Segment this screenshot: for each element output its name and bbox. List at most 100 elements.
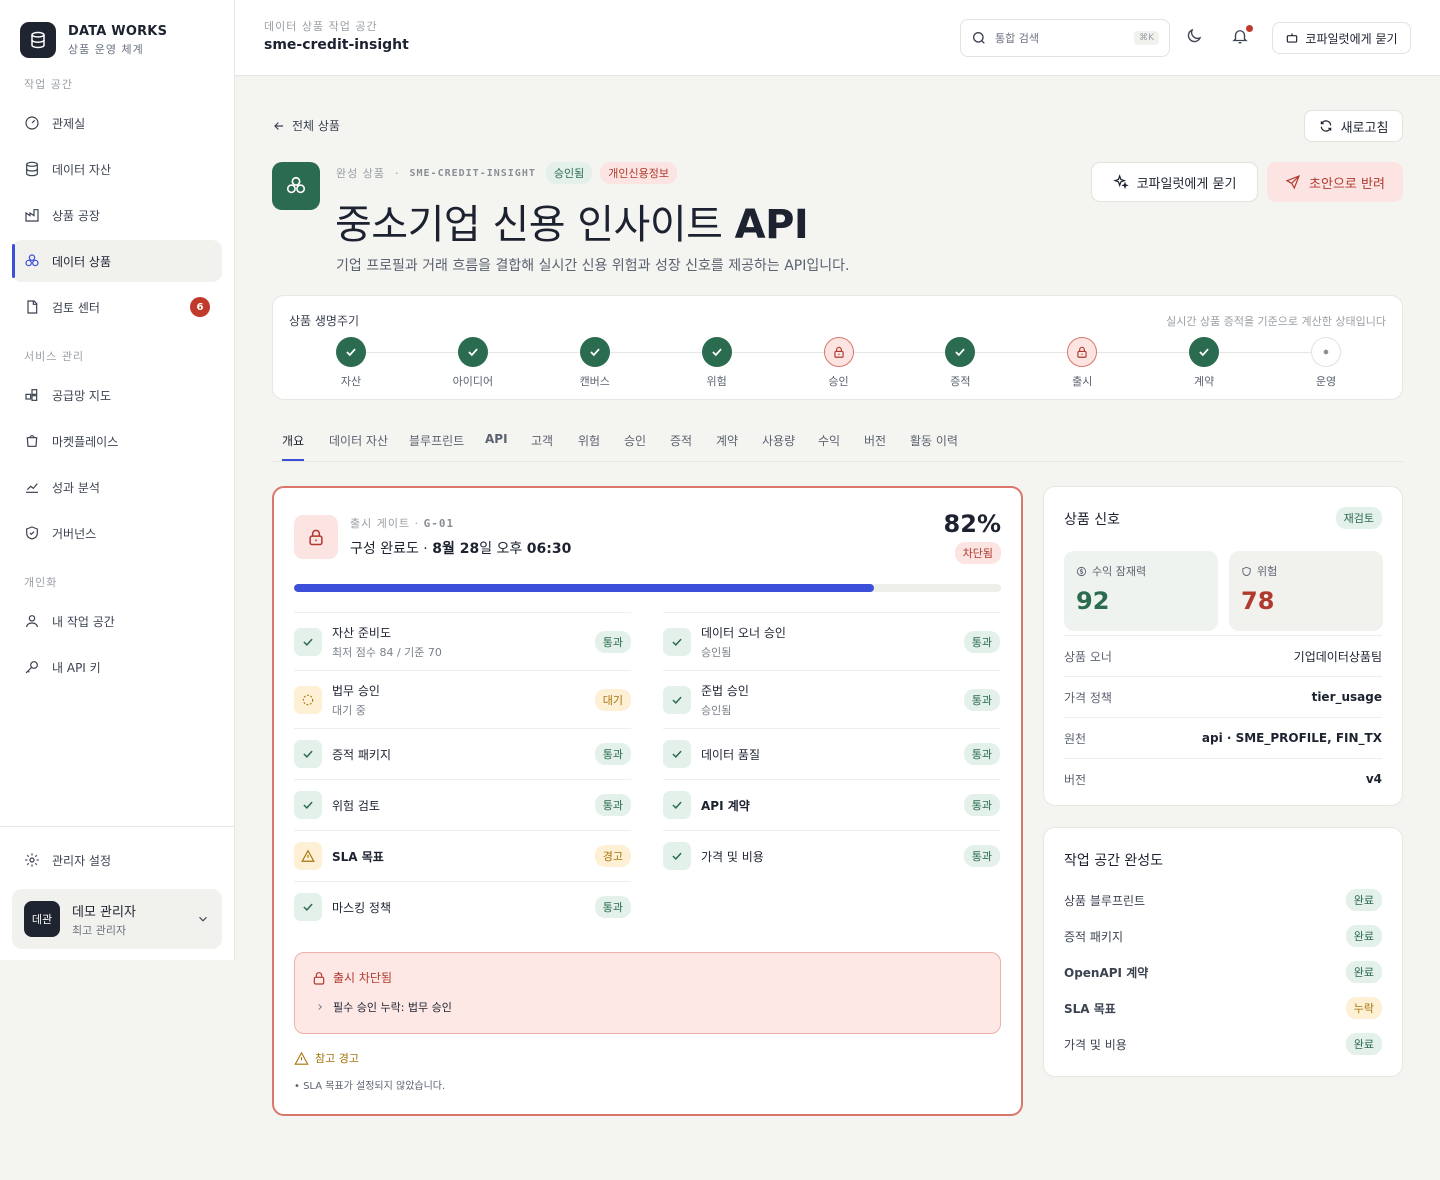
check-name: 증적 패키지 bbox=[332, 747, 392, 762]
lock-icon bbox=[294, 515, 338, 559]
tab-0[interactable]: 개요 bbox=[282, 432, 305, 461]
lifecycle-step[interactable]: 증적 bbox=[920, 337, 1000, 389]
completeness-label: OpenAPI 계약 bbox=[1064, 965, 1149, 980]
tab-5[interactable]: 위험 bbox=[578, 432, 600, 449]
brand[interactable]: DATA WORKS 상품 운영 체계 bbox=[0, 0, 234, 60]
completeness-row[interactable]: 증적 패키지 완료 bbox=[1064, 918, 1382, 954]
sidebar-item-review-center[interactable]: 검토 센터 6 bbox=[12, 286, 222, 328]
tab-6[interactable]: 승인 bbox=[624, 432, 646, 449]
lifecycle-step[interactable]: 출시 bbox=[1042, 337, 1122, 389]
tab-7[interactable]: 증적 bbox=[670, 432, 692, 449]
check-name: 마스킹 정책 bbox=[332, 900, 392, 915]
completeness-label: 증적 패키지 bbox=[1064, 929, 1124, 944]
completeness-row[interactable]: OpenAPI 계약 완료 bbox=[1064, 954, 1382, 990]
check-row[interactable]: 준법 승인 승인됨 통과 bbox=[663, 670, 1000, 728]
check-icon bbox=[701, 337, 732, 367]
sidebar-item-label: 성과 분석 bbox=[52, 480, 100, 495]
ask-copilot-button[interactable]: 코파일럿에게 묻기 bbox=[1091, 162, 1258, 202]
check-status-badge: 통과 bbox=[963, 794, 1000, 816]
pending-icon bbox=[294, 685, 322, 714]
user-role: 최고 관리자 bbox=[72, 923, 127, 937]
completeness-row[interactable]: 가격 및 비용 완료 bbox=[1064, 1026, 1382, 1062]
send-icon bbox=[1285, 174, 1301, 190]
alert-item-text: 필수 승인 누락: 법무 승인 bbox=[333, 1001, 452, 1014]
lifecycle-step-label: 출시 bbox=[1072, 375, 1093, 388]
alert-item[interactable]: 필수 승인 누락: 법무 승인 bbox=[315, 999, 452, 1015]
signal-value: v4 bbox=[1365, 772, 1382, 786]
sidebar-item-product-factory[interactable]: 상품 공장 bbox=[12, 194, 222, 236]
tab-9[interactable]: 사용량 bbox=[762, 432, 795, 449]
product-code: SME-CREDIT-INSIGHT bbox=[409, 167, 536, 179]
check-detail: 승인됨 bbox=[701, 645, 732, 659]
warning-title-text: 참고 경고 bbox=[315, 1052, 359, 1065]
completeness-row[interactable]: SLA 목표 누락 bbox=[1064, 990, 1382, 1026]
check-row[interactable]: 위험 검토 통과 bbox=[294, 779, 631, 830]
back-link[interactable]: 전체 상품 bbox=[272, 117, 340, 134]
sidebar-item-data-products[interactable]: 데이터 상품 bbox=[12, 240, 222, 282]
search-input[interactable]: 통합 검색 ⌘K bbox=[960, 19, 1170, 57]
check-row[interactable]: 마스킹 정책 통과 bbox=[294, 881, 631, 932]
check-icon bbox=[294, 893, 322, 921]
refresh-icon bbox=[1320, 120, 1331, 132]
check-detail: 대기 중 bbox=[332, 703, 366, 717]
chart-icon bbox=[26, 483, 38, 493]
completeness-row[interactable]: 상품 블루프린트 완료 bbox=[1064, 882, 1382, 918]
sidebar-item-marketplace[interactable]: 마켓플레이스 bbox=[12, 420, 222, 462]
tab-11[interactable]: 버전 bbox=[864, 432, 886, 449]
check-row[interactable]: 가격 및 비용 통과 bbox=[663, 830, 1000, 881]
check-icon bbox=[945, 337, 976, 367]
check-detail: 최저 점수 84 / 기준 70 bbox=[332, 645, 442, 659]
sidebar-item-my-workspace[interactable]: 내 작업 공간 bbox=[12, 600, 222, 642]
sidebar-item-label: 데이터 자산 bbox=[52, 162, 112, 177]
check-row[interactable]: 자산 준비도 최저 점수 84 / 기준 70 통과 bbox=[294, 612, 631, 670]
user-menu[interactable]: 데관 데모 관리자 최고 관리자 bbox=[12, 889, 222, 949]
signal-value: tier_usage bbox=[1311, 690, 1382, 704]
lifecycle-step[interactable]: 운영 bbox=[1286, 337, 1366, 389]
sidebar-item-control-room[interactable]: 관제실 bbox=[12, 102, 222, 144]
tab-1[interactable]: 데이터 자산 bbox=[329, 432, 388, 449]
page-title: 중소기업 신용 인사이트 API bbox=[335, 192, 809, 250]
check-icon bbox=[663, 842, 691, 870]
workspace-name: sme-credit-insight bbox=[264, 37, 409, 53]
theme-toggle-button[interactable] bbox=[1185, 27, 1207, 49]
tab-3[interactable]: API bbox=[485, 432, 508, 446]
check-row[interactable]: API 계약 통과 bbox=[663, 779, 1000, 830]
lifecycle-step[interactable]: 승인 bbox=[799, 337, 879, 389]
sidebar-item-data-assets[interactable]: 데이터 자산 bbox=[12, 148, 222, 190]
sidebar-item-analytics[interactable]: 성과 분석 bbox=[12, 466, 222, 508]
check-icon bbox=[663, 740, 691, 768]
refresh-button[interactable]: 새로고침 bbox=[1304, 110, 1403, 142]
sidebar-item-admin-settings[interactable]: 관리자 설정 bbox=[12, 839, 222, 881]
check-status-badge: 통과 bbox=[963, 630, 1000, 653]
return-to-draft-button[interactable]: 초안으로 반려 bbox=[1267, 162, 1403, 202]
check-row[interactable]: SLA 목표 경고 bbox=[294, 830, 631, 881]
sidebar-item-supply-map[interactable]: 공급망 지도 bbox=[12, 374, 222, 416]
completeness-label: 가격 및 비용 bbox=[1064, 1037, 1127, 1052]
sidebar-item-my-api-keys[interactable]: 내 API 키 bbox=[12, 646, 222, 688]
tab-4[interactable]: 고객 bbox=[531, 432, 553, 449]
check-row[interactable]: 법무 승인 대기 중 대기 bbox=[294, 670, 631, 728]
gate-status: 구성 완료도 · 8월 28일 오후 06:30 bbox=[350, 538, 571, 558]
sidebar-item-label: 내 API 키 bbox=[52, 660, 101, 675]
sidebar-item-governance[interactable]: 거버넌스 bbox=[12, 512, 222, 554]
tab-12[interactable]: 활동 이력 bbox=[910, 432, 958, 449]
tab-8[interactable]: 계약 bbox=[716, 432, 738, 449]
lifecycle-step[interactable]: 계약 bbox=[1164, 337, 1244, 389]
signal-row: 상품 오너 기업데이터상품팀 bbox=[1064, 635, 1382, 676]
arrow-left-icon bbox=[274, 121, 284, 130]
lifecycle-step[interactable]: 아이디어 bbox=[433, 337, 513, 389]
check-status-badge: 통과 bbox=[963, 845, 1000, 867]
shield-icon bbox=[1242, 566, 1251, 576]
lifecycle-step[interactable]: 위험 bbox=[677, 337, 757, 389]
check-row[interactable]: 데이터 품질 통과 bbox=[663, 728, 1000, 779]
tab-10[interactable]: 수익 bbox=[818, 432, 840, 449]
lifecycle-step[interactable]: 자산 bbox=[311, 337, 391, 389]
tab-2[interactable]: 블루프린트 bbox=[409, 432, 464, 449]
completeness-title: 작업 공간 완성도 bbox=[1064, 853, 1164, 869]
notifications-button[interactable] bbox=[1231, 25, 1253, 49]
signals-title: 상품 신호 bbox=[1064, 512, 1120, 528]
copilot-top-button[interactable]: 코파일럿에게 묻기 bbox=[1272, 22, 1411, 54]
check-row[interactable]: 증적 패키지 통과 bbox=[294, 728, 631, 779]
lifecycle-step[interactable]: 캔버스 bbox=[555, 337, 635, 389]
check-row[interactable]: 데이터 오너 승인 승인됨 통과 bbox=[663, 612, 1000, 670]
